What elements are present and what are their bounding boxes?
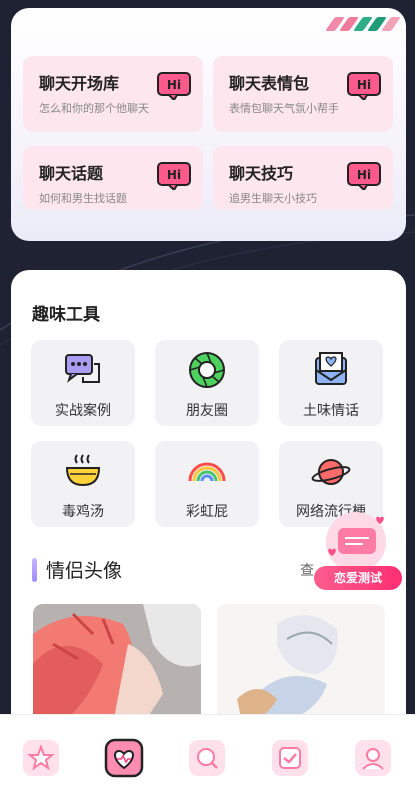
profile-tab-icon[interactable] [353, 738, 393, 778]
hi-bubble-icon: Hi [157, 72, 191, 100]
tool-moments[interactable]: 朋友圈 [155, 340, 259, 426]
love-test-label: 恋爱测试 [314, 566, 402, 590]
hi-bubble-icon: Hi [347, 162, 381, 190]
anime-illustration [33, 604, 201, 724]
heart-envelope-icon [315, 352, 347, 385]
svg-text:Hi: Hi [357, 78, 371, 92]
planet-icon [311, 459, 351, 485]
search-tab-icon[interactable] [187, 738, 227, 778]
love-test-float-button[interactable]: 恋爱测试 [314, 510, 402, 596]
section-title: 趣味工具 [32, 305, 100, 325]
couple-avatar-image[interactable] [33, 604, 201, 724]
chat-topics[interactable]: 聊天话题 如何和男生找话题 Hi [23, 146, 203, 210]
check-tab-icon[interactable] [270, 738, 310, 778]
aperture-icon [189, 352, 225, 388]
svg-text:Hi: Hi [357, 168, 371, 182]
accent-bar [32, 557, 37, 582]
tool-poison-soup[interactable]: 毒鸡汤 [31, 441, 135, 527]
rainbow-icon [188, 462, 226, 482]
tool-label: 朋友圈 [186, 403, 228, 419]
card-subtitle: 追男生聊天小技巧 [229, 192, 317, 205]
anime-illustration [217, 604, 385, 724]
chat-sticker-pack[interactable]: 聊天表情包 表情包聊天气氛小帮手 Hi [213, 56, 393, 132]
chat-opener-library[interactable]: 聊天开场库 怎么和你的那个他聊天 Hi [23, 56, 203, 132]
tool-label: 实战案例 [55, 403, 111, 419]
chat-bubbles-icon [65, 354, 100, 383]
card-subtitle: 怎么和你的那个他聊天 [39, 102, 149, 115]
card-subtitle: 表情包聊天气氛小帮手 [229, 102, 339, 115]
couple-avatar-header: 情侣头像 [32, 556, 122, 583]
tool-label: 彩虹屁 [186, 504, 228, 520]
tool-rainbow-compliments[interactable]: 彩虹屁 [155, 441, 259, 527]
svg-text:Hi: Hi [167, 168, 181, 182]
view-more-link[interactable]: 查 [300, 560, 314, 580]
tool-cheesy-lines[interactable]: 土味情话 [279, 340, 383, 426]
card-subtitle: 如何和男生找话题 [39, 192, 127, 205]
bottom-tab-bar [0, 714, 415, 797]
hi-bubble-icon: Hi [347, 72, 381, 100]
heart-tab-icon[interactable] [104, 738, 144, 778]
soup-bowl-icon [65, 454, 101, 487]
hi-bubble-icon: Hi [157, 162, 191, 190]
tool-label: 毒鸡汤 [62, 504, 104, 520]
decorative-stripes [325, 17, 401, 31]
tool-label: 土味情话 [303, 403, 359, 419]
tool-case-studies[interactable]: 实战案例 [31, 340, 135, 426]
star-tab-icon[interactable] [21, 738, 61, 778]
chat-skills[interactable]: 聊天技巧 追男生聊天小技巧 Hi [213, 146, 393, 210]
svg-text:Hi: Hi [167, 78, 181, 92]
couple-avatar-image[interactable] [217, 604, 385, 724]
chat-tools-card: 聊天开场库 怎么和你的那个他聊天 Hi 聊天表情包 表情包聊天气氛小帮手 Hi … [11, 8, 406, 241]
couple-avatar-title: 情侣头像 [46, 560, 123, 582]
